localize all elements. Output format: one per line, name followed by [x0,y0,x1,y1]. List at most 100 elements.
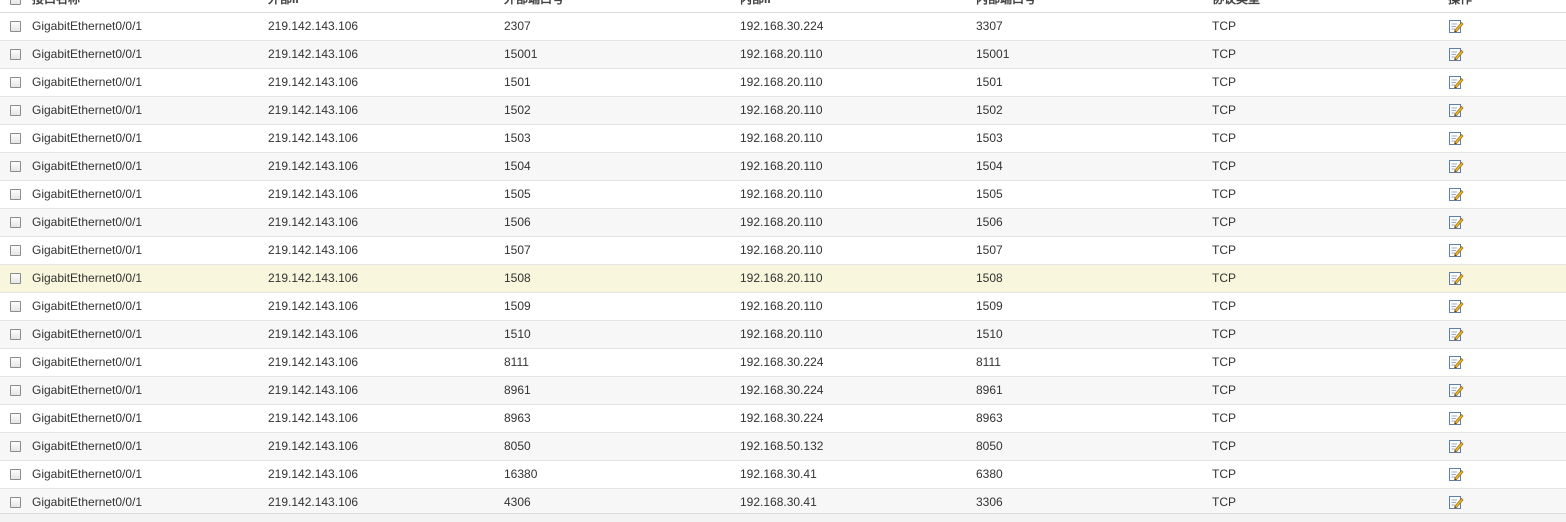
cell-internal-ip: 192.168.20.110 [740,187,823,201]
table-row[interactable]: GigabitEthernet0/0/1 219.142.143.106 16380… [0,461,1566,489]
cell-internal-port: 6380 [976,467,1003,481]
edit-icon[interactable] [1448,102,1464,118]
table-row[interactable]: GigabitEthernet0/0/1 219.142.143.106 1502 1… [0,97,1566,125]
cell-internal-port: 1502 [976,103,1003,117]
header-interface[interactable]: 接口名称 [32,0,80,12]
edit-icon[interactable] [1448,494,1464,510]
select-all-checkbox[interactable] [10,0,21,5]
cell-protocol: TCP [1212,467,1236,481]
row-checkbox[interactable] [10,21,21,32]
cell-protocol: TCP [1212,383,1236,397]
header-external-ip[interactable]: 外部IP [268,0,303,12]
table-row[interactable]: GigabitEthernet0/0/1 219.142.143.106 1503 1… [0,125,1566,153]
table-row[interactable]: GigabitEthernet0/0/1 219.142.143.106 8050 1… [0,433,1566,461]
row-select-cell [10,69,24,96]
header-external-port[interactable]: 外部端口号 [504,0,564,12]
table-row[interactable]: GigabitEthernet0/0/1 219.142.143.106 15001… [0,41,1566,69]
table-row[interactable]: GigabitEthernet0/0/1 219.142.143.106 8111 1… [0,349,1566,377]
table-row[interactable]: GigabitEthernet0/0/1 219.142.143.106 1507 1… [0,237,1566,265]
row-action-cell [1448,97,1464,124]
table-row[interactable]: GigabitEthernet0/0/1 219.142.143.106 8963 1… [0,405,1566,433]
cell-external-port: 1510 [504,327,531,341]
header-protocol[interactable]: 协议类型 [1212,0,1260,12]
cell-protocol: TCP [1212,215,1236,229]
row-action-cell [1448,293,1464,320]
row-select-cell [10,461,24,488]
table-row[interactable]: GigabitEthernet0/0/1 219.142.143.106 1505 1… [0,181,1566,209]
table-row[interactable]: GigabitEthernet0/0/1 219.142.143.106 1504 1… [0,153,1566,181]
row-action-cell [1448,125,1464,152]
row-checkbox[interactable] [10,301,21,312]
edit-icon[interactable] [1448,74,1464,90]
cell-external-ip: 219.142.143.106 [268,103,359,117]
table-row[interactable]: GigabitEthernet0/0/1 219.142.143.106 1508 1… [0,265,1566,293]
header-action: 操作 [1448,0,1472,12]
row-checkbox[interactable] [10,49,21,60]
cell-protocol: TCP [1212,103,1236,117]
row-checkbox[interactable] [10,273,21,284]
row-checkbox[interactable] [10,133,21,144]
cell-internal-ip: 192.168.20.110 [740,327,823,341]
cell-internal-ip: 192.168.30.224 [740,411,824,425]
cell-external-ip: 219.142.143.106 [268,439,359,453]
table-row[interactable]: GigabitEthernet0/0/1 219.142.143.106 1501 1… [0,69,1566,97]
cell-external-ip: 219.142.143.106 [268,47,359,61]
row-action-cell [1448,209,1464,236]
table-row[interactable]: GigabitEthernet0/0/1 219.142.143.106 1509 1… [0,293,1566,321]
edit-icon[interactable] [1448,186,1464,202]
row-checkbox[interactable] [10,217,21,228]
edit-icon[interactable] [1448,270,1464,286]
edit-icon[interactable] [1448,298,1464,314]
edit-icon[interactable] [1448,46,1464,62]
edit-icon[interactable] [1448,382,1464,398]
cell-protocol: TCP [1212,131,1236,145]
edit-icon[interactable] [1448,130,1464,146]
row-select-cell [10,349,24,376]
row-checkbox[interactable] [10,189,21,200]
table-row[interactable]: GigabitEthernet0/0/1 219.142.143.106 1506 1… [0,209,1566,237]
row-action-cell [1448,153,1464,180]
row-select-cell [10,489,24,516]
cell-external-ip: 219.142.143.106 [268,19,359,33]
cell-external-port: 1508 [504,271,531,285]
edit-icon[interactable] [1448,158,1464,174]
cell-external-port: 1505 [504,187,531,201]
edit-icon[interactable] [1448,18,1464,34]
cell-interface: GigabitEthernet0/0/1 [32,383,143,397]
row-checkbox[interactable] [10,385,21,396]
edit-icon[interactable] [1448,214,1464,230]
cell-internal-port: 8963 [976,411,1003,425]
edit-icon[interactable] [1448,466,1464,482]
header-internal-port[interactable]: 内部端口号 [976,0,1036,12]
header-internal-ip[interactable]: 内部IP [740,0,775,12]
edit-icon[interactable] [1448,354,1464,370]
edit-icon[interactable] [1448,326,1464,342]
row-checkbox[interactable] [10,245,21,256]
table-row[interactable]: GigabitEthernet0/0/1 219.142.143.106 1510 1… [0,321,1566,349]
cell-internal-port: 1501 [976,75,1003,89]
row-checkbox[interactable] [10,105,21,116]
row-checkbox[interactable] [10,77,21,88]
edit-icon[interactable] [1448,410,1464,426]
edit-icon[interactable] [1448,438,1464,454]
row-select-cell [10,181,24,208]
table-row[interactable]: GigabitEthernet0/0/1 219.142.143.106 8961 1… [0,377,1566,405]
cell-external-port: 1502 [504,103,531,117]
cell-external-port: 16380 [504,467,538,481]
row-checkbox[interactable] [10,469,21,480]
row-checkbox[interactable] [10,161,21,172]
edit-icon[interactable] [1448,242,1464,258]
row-select-cell [10,209,24,236]
cell-external-port: 8963 [504,411,531,425]
row-action-cell [1448,489,1464,516]
row-checkbox[interactable] [10,497,21,508]
row-checkbox[interactable] [10,413,21,424]
row-checkbox[interactable] [10,329,21,340]
cell-protocol: TCP [1212,327,1236,341]
row-checkbox[interactable] [10,357,21,368]
cell-internal-port: 8111 [976,355,1001,369]
table-row[interactable]: GigabitEthernet0/0/1 219.142.143.106 2307 1… [0,13,1566,41]
row-checkbox[interactable] [10,441,21,452]
row-action-cell [1448,405,1464,432]
cell-interface: GigabitEthernet0/0/1 [32,19,143,33]
